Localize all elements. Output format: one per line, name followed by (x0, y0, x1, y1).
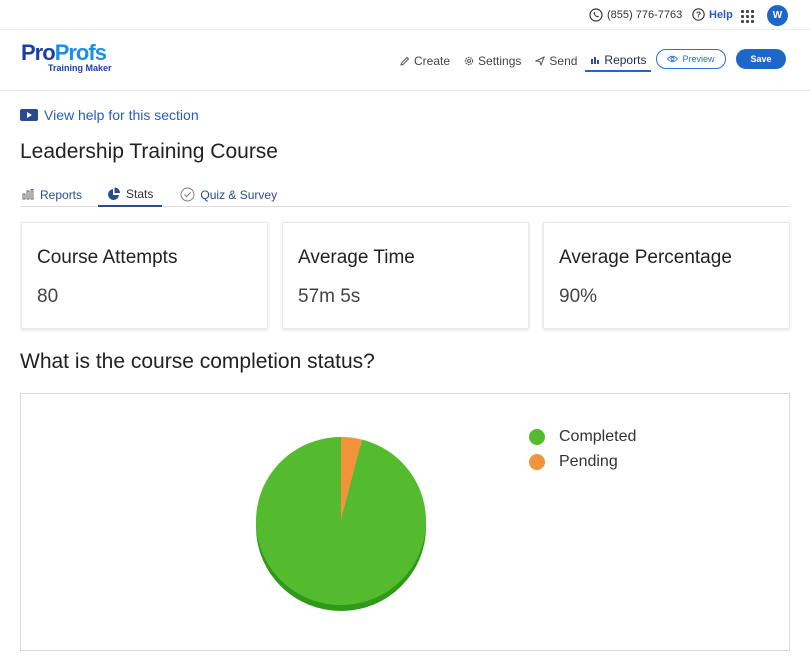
nav-settings-label: Settings (478, 54, 522, 68)
nav-reports[interactable]: Reports (585, 52, 652, 72)
phone-number: (855) 776-7763 (607, 9, 683, 21)
legend-dot-completed (529, 428, 545, 445)
completion-section-title: What is the course completion status? (20, 350, 375, 373)
stat-card-average-time: Average Time 57m 5s (282, 222, 529, 329)
completion-pie-chart (256, 437, 426, 611)
check-circle-icon (180, 187, 195, 202)
stat-card-average-percentage: Average Percentage 90% (543, 222, 790, 329)
pie-chart-icon (108, 187, 121, 200)
logo-pro-text: Pro (21, 40, 56, 65)
nav-settings[interactable]: Settings (464, 51, 521, 71)
bar-chart-icon (22, 189, 34, 200)
page-title: Leadership Training Course (20, 140, 278, 163)
view-help-label: View help for this section (44, 107, 199, 123)
report-tabs: Reports Stats Quiz & Survey (20, 182, 790, 207)
preview-button[interactable]: Preview (656, 49, 726, 69)
nav-send[interactable]: Send (535, 51, 577, 71)
logo-profs-text: Profs (54, 40, 107, 65)
logo-subtitle: Training Maker (48, 63, 112, 73)
stat-value: 90% (559, 286, 598, 307)
gear-icon (464, 56, 474, 66)
video-play-icon (20, 109, 38, 121)
top-utility-bar: (855) 776-7763 ? Help W (0, 0, 810, 30)
app-header: ProProfs Training Maker Create Settings … (0, 30, 810, 91)
eye-icon (667, 55, 679, 63)
chart-legend: Completed Pending (529, 424, 636, 474)
pie-slice-completed[interactable] (256, 437, 426, 605)
legend-label-completed: Completed (559, 427, 637, 445)
stat-value: 57m 5s (298, 286, 361, 307)
stat-label: Course Attempts (37, 247, 178, 268)
legend-item-completed[interactable]: Completed (529, 424, 636, 449)
main-nav: Create Settings Send Reports (400, 50, 665, 72)
help-label: Help (709, 8, 733, 21)
proprofs-logo[interactable]: ProProfs Training Maker (21, 40, 112, 74)
tab-stats-label: Stats (126, 186, 154, 201)
preview-label: Preview (682, 54, 715, 64)
legend-dot-pending (529, 453, 545, 470)
tab-stats[interactable]: Stats (98, 182, 163, 207)
nav-create[interactable]: Create (400, 51, 450, 71)
stat-label: Average Time (298, 247, 415, 268)
completion-chart-panel: Completed Pending (20, 393, 790, 651)
phone-contact[interactable]: (855) 776-7763 (589, 8, 682, 22)
save-button[interactable]: Save (736, 49, 786, 69)
send-icon (535, 56, 546, 66)
tab-reports[interactable]: Reports (20, 182, 92, 207)
nav-reports-label: Reports (604, 53, 647, 67)
nav-create-label: Create (414, 54, 451, 68)
stat-label: Average Percentage (559, 247, 732, 268)
tab-quiz-survey[interactable]: Quiz & Survey (168, 182, 287, 207)
nav-send-label: Send (549, 54, 578, 68)
pencil-icon (400, 56, 410, 66)
svg-text:?: ? (696, 10, 701, 20)
bar-chart-icon (591, 57, 600, 64)
legend-label-pending: Pending (559, 452, 618, 470)
tab-reports-label: Reports (40, 187, 83, 202)
apps-grid-icon[interactable] (741, 10, 754, 23)
stat-card-course-attempts: Course Attempts 80 (21, 222, 268, 329)
stat-value: 80 (37, 286, 59, 307)
question-icon: ? (692, 8, 705, 21)
legend-item-pending[interactable]: Pending (529, 449, 636, 474)
help-link-top[interactable]: ? Help (692, 8, 733, 21)
avatar[interactable]: W (767, 5, 788, 26)
phone-icon (589, 8, 603, 22)
tab-quiz-survey-label: Quiz & Survey (200, 187, 278, 202)
view-help-link[interactable]: View help for this section (20, 107, 199, 123)
